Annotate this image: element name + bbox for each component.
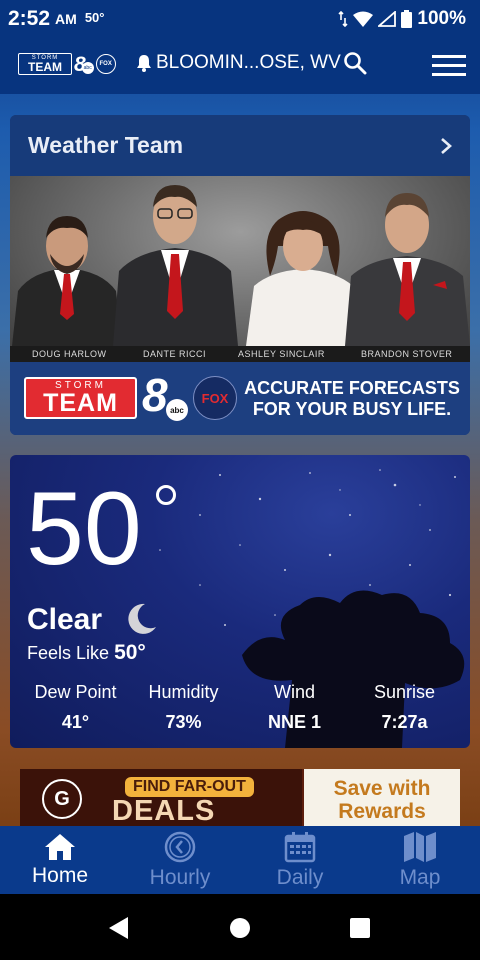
nav-map[interactable]: Map — [360, 826, 480, 894]
status-bar: 2:52 AM 50° 100% — [0, 0, 480, 38]
map-icon — [404, 831, 436, 862]
wifi-icon — [353, 11, 374, 27]
location-label: BLOOMIN...OSE, WV — [156, 52, 341, 73]
ad-banner[interactable]: G FIND FAR-OUT DEALS Save with Rewards — [20, 769, 460, 827]
person-dante — [113, 185, 238, 346]
calendar-icon — [284, 831, 316, 862]
nav-label: Daily — [276, 865, 324, 889]
stat-label: Sunrise — [373, 682, 436, 702]
storm-team-badge: STORM TEAM — [18, 53, 72, 75]
member-name: BRANDON STOVER — [361, 349, 453, 359]
feels-like: Feels Like 50° — [27, 641, 146, 665]
stat-label: Wind — [273, 682, 315, 702]
team-names-strip: DOUG HARLOW DANTE RICCI ASHLEY SINCLAIR … — [10, 346, 470, 362]
status-temperature: 50° — [84, 10, 105, 25]
ad-find-text: FIND FAR-OUT — [125, 777, 254, 797]
stat-label: Dew Point — [34, 682, 117, 702]
promo-fox-logo: FOX — [193, 376, 237, 420]
nav-daily[interactable]: Daily — [240, 826, 360, 894]
nav-hourly[interactable]: Hourly — [120, 826, 240, 894]
status-ampm: AM — [55, 11, 77, 27]
nav-label: Home — [31, 863, 89, 887]
bottom-navigation: Home Hourly Daily Map — [0, 826, 480, 894]
stat-label: Humidity — [148, 682, 219, 702]
stat-dew-point: Dew Point 41° — [18, 682, 133, 733]
person-ashley — [246, 211, 361, 346]
ad-deals-text: DEALS — [112, 795, 216, 827]
promo-channel: 8 — [142, 369, 168, 421]
nav-home[interactable]: Home — [0, 826, 120, 894]
weather-team-title: Weather Team — [28, 132, 184, 158]
member-name: DANTE RICCI — [143, 349, 207, 359]
battery-percent: 100% — [417, 8, 466, 29]
bell-icon — [137, 55, 151, 72]
current-temperature: 50 — [26, 471, 142, 587]
promo-tagline: ACCURATE FORECASTS FOR YOUR BUSY LIFE. — [242, 378, 462, 419]
stat-sunrise: Sunrise 7:27a — [347, 682, 462, 733]
weather-team-header[interactable]: Weather Team — [10, 115, 470, 176]
nav-label: Map — [399, 865, 441, 889]
home-icon — [45, 833, 75, 860]
back-icon[interactable] — [108, 916, 130, 940]
current-conditions-card[interactable]: 50 Clear Feels Like 50° Dew Point 41° Hu… — [10, 455, 470, 748]
feels-like-label: Feels Like — [27, 643, 110, 663]
current-condition: Clear — [27, 603, 103, 636]
battery-icon — [401, 10, 413, 28]
system-navigation-bar — [0, 894, 480, 960]
stat-value: 41° — [61, 712, 90, 732]
promo-team-text: TEAM — [43, 388, 118, 417]
status-time: 2:52 — [8, 7, 51, 30]
feels-like-value: 50° — [114, 641, 146, 664]
moon-icon — [128, 603, 156, 634]
recents-icon[interactable] — [350, 918, 370, 938]
logo-team-text: TEAM — [28, 60, 62, 74]
promo-tagline-line2: FOR YOUR BUSY LIFE. — [252, 398, 452, 419]
ad-right-line2: Rewards — [338, 800, 426, 824]
weather-team-card[interactable]: Weather Team DOUG HARLOW DANTE RICCI ASH… — [10, 115, 470, 435]
person-brandon — [345, 193, 470, 346]
member-name: DOUG HARLOW — [32, 349, 107, 359]
degree-symbol — [156, 485, 176, 505]
ad-logo: G — [42, 779, 82, 819]
ad-right-panel: Save with Rewards — [304, 769, 460, 827]
stat-humidity: Humidity 73% — [126, 682, 241, 733]
storm-team-promo-logo: STORM TEAM — [24, 377, 137, 419]
weather-team-photo: DOUG HARLOW DANTE RICCI ASHLEY SINCLAIR … — [10, 176, 470, 362]
nav-label: Hourly — [149, 865, 211, 889]
signal-icon — [378, 11, 397, 27]
ad-left-panel: G FIND FAR-OUT DEALS — [20, 769, 302, 827]
fox-logo: FOX — [95, 54, 116, 74]
member-name: ASHLEY SINCLAIR — [238, 349, 325, 359]
location-selector[interactable]: BLOOMIN...OSE, WV — [136, 52, 341, 74]
stat-wind: Wind NNE 1 — [237, 682, 352, 733]
person-doug — [12, 216, 122, 346]
promo-tagline-line1: ACCURATE FORECASTS — [244, 378, 460, 398]
stat-value: NNE 1 — [267, 712, 321, 732]
promo-abc-logo: abc — [166, 399, 188, 421]
chevron-right-icon[interactable] — [440, 137, 452, 155]
stat-value: 7:27a — [381, 712, 428, 732]
storm-team-logo[interactable]: STORM TEAM 8 abc FOX — [18, 53, 116, 75]
data-arrows-icon — [338, 11, 348, 27]
stat-value: 73% — [165, 712, 202, 732]
storm-team-promo-banner: STORM TEAM 8 abc FOX ACCURATE FORECASTS … — [10, 362, 470, 435]
abc-logo: abc — [81, 62, 94, 74]
app-bar: STORM TEAM 8 abc FOX BLOOMIN...OSE, WV — [0, 38, 480, 94]
clock-icon — [164, 831, 196, 862]
search-icon[interactable] — [343, 51, 367, 75]
menu-icon[interactable] — [432, 54, 466, 78]
ad-right-line1: Save with — [333, 777, 431, 800]
home-button-icon[interactable] — [229, 917, 251, 939]
